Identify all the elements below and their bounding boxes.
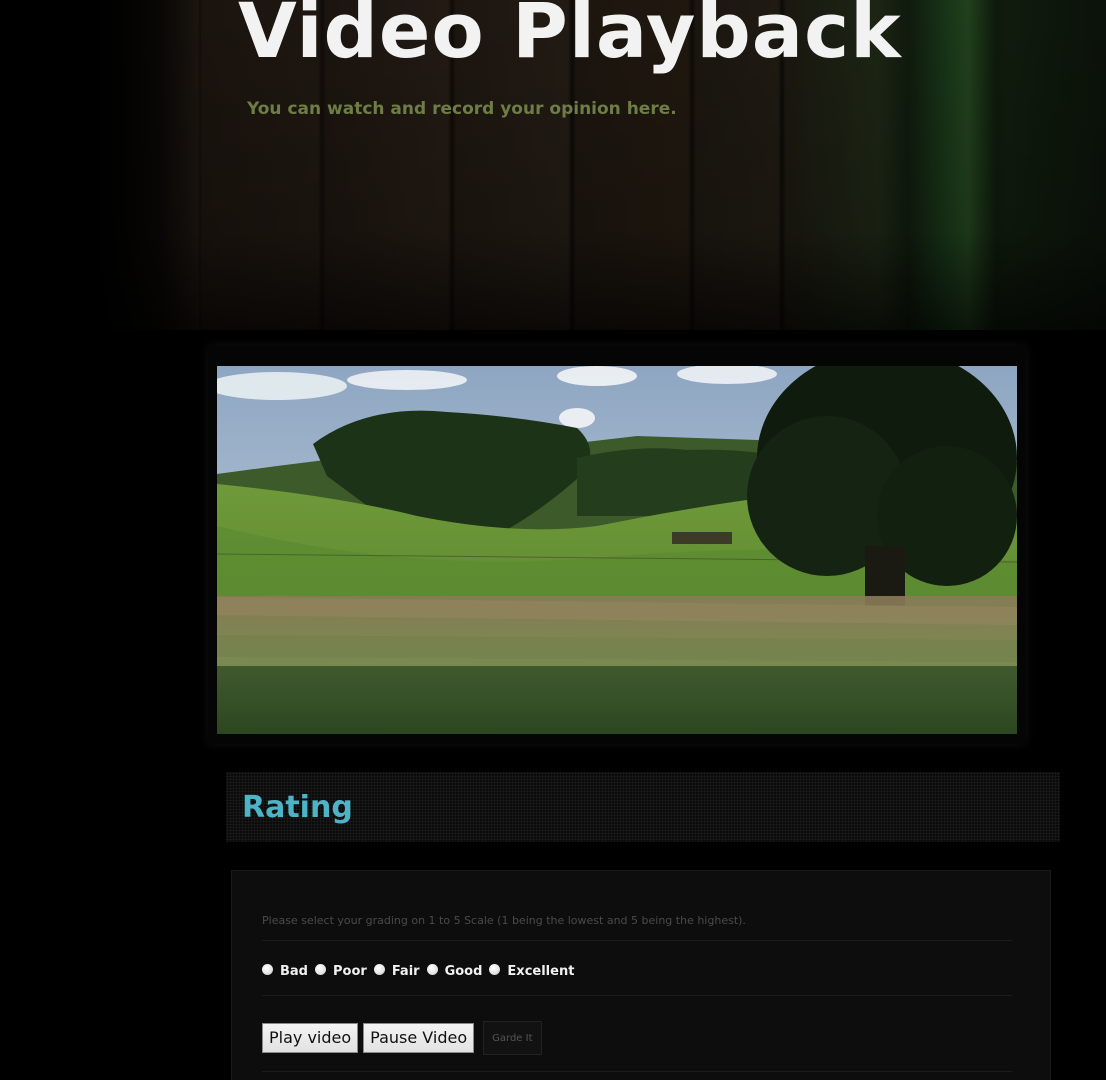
rating-option-poor[interactable]: Poor [315,964,367,979]
divider [262,940,1012,941]
video-player[interactable] [217,366,1017,734]
radio-button[interactable] [489,964,501,975]
rating-option-bad[interactable]: Bad [262,964,308,979]
radio-button[interactable] [262,964,273,975]
grade-it-button[interactable]: Garde It [483,1021,542,1055]
video-frame-image [217,366,1017,734]
radio-button[interactable] [426,964,438,975]
pause-video-button[interactable]: Pause Video [363,1023,475,1053]
left-dark-fade [0,0,200,1080]
divider [262,995,1012,996]
rating-option-label: Good [444,964,483,979]
rating-panel: Please select your grading on 1 to 5 Sca… [231,870,1051,1080]
button-row: Play video Pause Video Garde It [262,1021,542,1055]
rating-title: Rating [242,790,353,825]
rating-section-header: Rating [226,772,1060,842]
rating-option-fair[interactable]: Fair [373,964,420,979]
page: Video Playback You can watch and record … [0,0,1106,1080]
rating-option-label: Excellent [507,964,575,979]
rating-option-label: Poor [333,964,367,979]
radio-button[interactable] [315,964,326,975]
rating-option-excellent[interactable]: Excellent [489,964,574,979]
rating-option-label: Bad [280,964,308,979]
rating-options: Bad Poor Fair Good Excellent [262,964,581,979]
page-subtitle: You can watch and record your opinion he… [247,99,677,119]
rating-option-good[interactable]: Good [426,964,483,979]
rating-option-label: Fair [391,964,420,979]
divider [262,1071,1012,1072]
page-title: Video Playback [238,0,902,75]
rating-instructions: Please select your grading on 1 to 5 Sca… [262,914,746,927]
play-video-button[interactable]: Play video [262,1023,359,1053]
radio-button[interactable] [373,964,385,975]
